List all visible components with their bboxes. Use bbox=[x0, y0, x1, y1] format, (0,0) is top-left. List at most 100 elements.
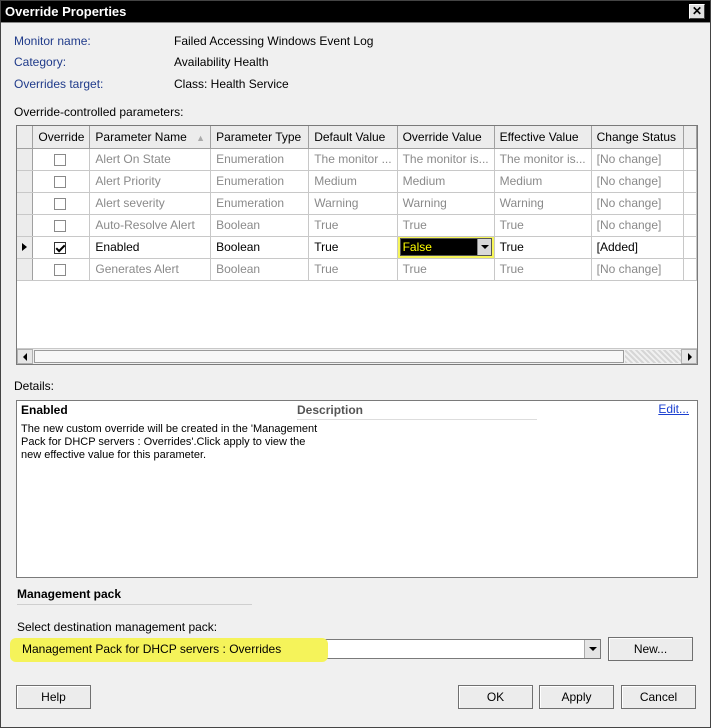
chevron-down-icon[interactable] bbox=[584, 640, 600, 658]
management-pack-title: Management pack bbox=[17, 587, 122, 601]
table-row[interactable]: Alert On State Enumeration The monitor .… bbox=[17, 148, 697, 171]
override-checkbox-cell[interactable] bbox=[32, 192, 91, 215]
details-description-header: Description bbox=[297, 403, 364, 417]
override-properties-dialog: Override Properties ✕ Monitor name: Fail… bbox=[0, 0, 711, 728]
override-checkbox[interactable] bbox=[54, 175, 67, 188]
parameter-type-cell: Boolean bbox=[210, 236, 310, 259]
override-checkbox-cell[interactable] bbox=[32, 258, 91, 281]
edit-link[interactable]: Edit... bbox=[658, 402, 689, 416]
current-row-arrow-icon bbox=[22, 243, 27, 251]
row-header-corner bbox=[17, 126, 34, 149]
default-value-cell: The monitor ... bbox=[308, 148, 398, 171]
override-checkbox-cell[interactable] bbox=[32, 214, 91, 237]
table-row[interactable]: Alert severity Enumeration Warning Warni… bbox=[17, 192, 697, 215]
cancel-button[interactable]: Cancel bbox=[621, 685, 696, 709]
details-description-text: The new custom override will be created … bbox=[21, 423, 318, 461]
col-header-filler bbox=[683, 126, 697, 149]
change-status-cell: [Added] bbox=[591, 236, 685, 259]
row-header[interactable] bbox=[17, 192, 34, 215]
override-checkbox-cell[interactable] bbox=[32, 170, 91, 193]
parameter-name-cell: Generates Alert bbox=[89, 258, 212, 281]
scrollbar-track[interactable] bbox=[625, 350, 681, 363]
window-title: Override Properties bbox=[5, 4, 127, 19]
parameter-type-cell: Enumeration bbox=[210, 148, 310, 171]
scroll-right-icon[interactable] bbox=[681, 349, 697, 364]
parameters-grid: Override Parameter Name ▲ Parameter Type… bbox=[16, 125, 698, 365]
override-checkbox[interactable] bbox=[54, 263, 67, 276]
default-value-cell: True bbox=[308, 258, 398, 281]
scroll-left-icon[interactable] bbox=[17, 349, 33, 364]
override-value-cell[interactable]: The monitor is... bbox=[397, 148, 495, 171]
parameter-name-cell: Auto-Resolve Alert bbox=[89, 214, 212, 237]
col-header-default-value[interactable]: Default Value bbox=[308, 126, 398, 149]
effective-value-cell: The monitor is... bbox=[494, 148, 592, 171]
parameter-type-cell: Enumeration bbox=[210, 170, 310, 193]
filler-cell bbox=[683, 148, 697, 171]
overrides-target-label: Overrides target: bbox=[14, 77, 104, 91]
override-params-label: Override-controlled parameters: bbox=[14, 105, 184, 119]
parameters-table: Override Parameter Name ▲ Parameter Type… bbox=[17, 126, 697, 281]
override-value-cell[interactable]: True bbox=[397, 214, 495, 237]
filler-cell bbox=[683, 170, 697, 193]
table-row-selected[interactable]: Enabled Boolean True False True [Added] bbox=[17, 236, 697, 259]
override-value-cell[interactable]: Warning bbox=[397, 192, 495, 215]
row-header[interactable] bbox=[17, 258, 34, 281]
destination-mp-select[interactable]: Management Pack for DHCP servers : Overr… bbox=[10, 638, 601, 662]
new-mp-button[interactable]: New... bbox=[608, 637, 693, 661]
effective-value-cell: Medium bbox=[494, 170, 592, 193]
override-checkbox[interactable] bbox=[54, 153, 67, 166]
filler-cell bbox=[683, 214, 697, 237]
ok-button[interactable]: OK bbox=[458, 685, 533, 709]
parameter-type-cell: Boolean bbox=[210, 258, 310, 281]
grid-header-row: Override Parameter Name ▲ Parameter Type… bbox=[17, 126, 697, 149]
change-status-cell: [No change] bbox=[591, 148, 685, 171]
category-label: Category: bbox=[14, 55, 67, 69]
override-checkbox[interactable] bbox=[54, 241, 67, 254]
title-bar: Override Properties ✕ bbox=[1, 1, 710, 23]
row-header[interactable] bbox=[17, 214, 34, 237]
row-header[interactable] bbox=[17, 170, 34, 193]
override-checkbox[interactable] bbox=[54, 219, 67, 232]
chevron-down-icon[interactable] bbox=[476, 239, 491, 255]
scrollbar-thumb[interactable] bbox=[34, 350, 624, 363]
filler-cell bbox=[683, 192, 697, 215]
close-icon[interactable]: ✕ bbox=[689, 4, 705, 19]
apply-button[interactable]: Apply bbox=[539, 685, 614, 709]
change-status-cell: [No change] bbox=[591, 192, 685, 215]
parameter-name-cell: Alert On State bbox=[89, 148, 212, 171]
parameter-type-cell: Boolean bbox=[210, 214, 310, 237]
select-destination-label: Select destination management pack: bbox=[17, 620, 218, 634]
default-value-cell: True bbox=[308, 236, 398, 259]
col-header-effective-value[interactable]: Effective Value bbox=[494, 126, 592, 149]
change-status-cell: [No change] bbox=[591, 170, 685, 193]
override-value-cell[interactable]: Medium bbox=[397, 170, 495, 193]
details-divider bbox=[297, 419, 537, 420]
table-row[interactable]: Auto-Resolve Alert Boolean True True Tru… bbox=[17, 214, 697, 237]
col-header-change-status[interactable]: Change Status bbox=[591, 126, 685, 149]
row-header[interactable] bbox=[17, 236, 34, 259]
col-header-override-value[interactable]: Override Value bbox=[397, 126, 495, 149]
override-value-cell[interactable]: True bbox=[397, 258, 495, 281]
category-value: Availability Health bbox=[174, 55, 269, 69]
effective-value-cell: Warning bbox=[494, 192, 592, 215]
row-header[interactable] bbox=[17, 148, 34, 171]
table-row[interactable]: Generates Alert Boolean True True True [… bbox=[17, 258, 697, 281]
help-button[interactable]: Help bbox=[16, 685, 91, 709]
override-checkbox[interactable] bbox=[54, 197, 67, 210]
table-row[interactable]: Alert Priority Enumeration Medium Medium… bbox=[17, 170, 697, 193]
parameter-name-cell: Alert Priority bbox=[89, 170, 212, 193]
details-panel: Enabled Description Edit... The new cust… bbox=[16, 400, 698, 578]
default-value-cell: True bbox=[308, 214, 398, 237]
overrides-target-value: Class: Health Service bbox=[174, 77, 289, 91]
col-header-parameter-type[interactable]: Parameter Type bbox=[210, 126, 310, 149]
override-checkbox-cell[interactable] bbox=[32, 148, 91, 171]
override-value-cell[interactable]: False bbox=[397, 236, 495, 259]
override-checkbox-cell[interactable] bbox=[32, 236, 91, 259]
management-pack-divider bbox=[17, 604, 252, 605]
parameter-name-cell: Enabled bbox=[89, 236, 212, 259]
horizontal-scrollbar[interactable] bbox=[17, 348, 697, 364]
col-header-parameter-name[interactable]: Parameter Name ▲ bbox=[89, 126, 212, 149]
col-header-override[interactable]: Override bbox=[32, 126, 91, 149]
details-parameter-name: Enabled bbox=[21, 403, 68, 417]
override-value-dropdown[interactable]: False bbox=[399, 238, 492, 256]
